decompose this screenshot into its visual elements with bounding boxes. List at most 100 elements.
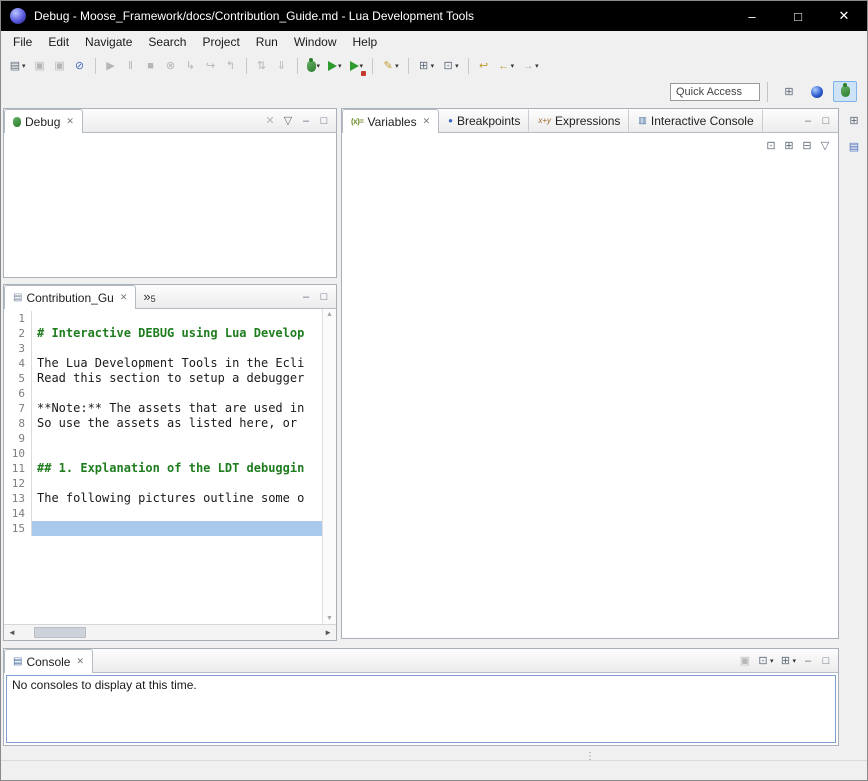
minimize-view-button[interactable]: – ▾ — [800, 112, 816, 130]
menu-window[interactable]: Window — [286, 33, 345, 51]
restore-minimized-views-button[interactable]: ⊞ ▾ — [846, 112, 862, 130]
save-button[interactable]: ▣ ▾ — [31, 55, 49, 77]
minimized-outline-view-button[interactable]: ▤ ▾ — [846, 138, 862, 156]
menu-run[interactable]: Run — [248, 33, 286, 51]
skip-all-breakpoints-button[interactable]: ⊘ ▾ — [71, 55, 89, 77]
open-console-button[interactable]: ⊞ ▾ — [777, 652, 798, 670]
icon-glyph: → — [522, 59, 534, 73]
toolbar-separator: ▾ — [408, 58, 409, 74]
editor-line: 10 — [4, 446, 322, 461]
tab-debug[interactable]: Debug ✕ — [4, 109, 83, 133]
minimize-view-button[interactable]: – ▾ — [298, 112, 314, 130]
menu-project[interactable]: Project — [194, 33, 247, 51]
line-number: 14 — [4, 506, 32, 521]
menu-edit[interactable]: Edit — [40, 33, 77, 51]
step-over-button[interactable]: ↪ ▾ — [202, 55, 220, 77]
minimize-window-button[interactable]: – — [729, 1, 775, 31]
external-tools-button[interactable]: ▾ — [347, 55, 367, 77]
scrollbar-thumb[interactable] — [34, 627, 86, 638]
tab-variables[interactable]: (x)= Variables ✕ — [342, 109, 439, 133]
quick-access-input[interactable] — [670, 83, 760, 101]
editor-horizontal-scrollbar[interactable]: ◄ ► — [4, 624, 336, 640]
dropdown-arrow-icon: ▾ — [511, 62, 515, 70]
maximize-view-button[interactable]: □ ▾ — [316, 288, 332, 306]
variables-view-content[interactable] — [342, 159, 838, 638]
drop-to-frame-button[interactable]: ⇓ ▾ — [273, 55, 291, 77]
open-perspective-button[interactable]: ⊞ ▾ — [777, 81, 801, 102]
show-logical-structures-button[interactable]: ⊞ ▾ — [781, 137, 797, 155]
editor-text-area[interactable]: 1 2 # Interactive DEBUG using Lua Develo… — [4, 309, 322, 624]
menu-navigate[interactable]: Navigate — [77, 33, 140, 51]
close-tab-icon[interactable]: ✕ — [66, 116, 74, 127]
dropdown-arrow-icon: ▾ — [770, 657, 774, 665]
line-text: # Interactive DEBUG using Lua Develop — [32, 326, 322, 341]
menu-help[interactable]: Help — [345, 33, 386, 51]
use-step-filters-button[interactable]: ⇅ ▾ — [253, 55, 271, 77]
dropdown-arrow-icon: ▾ — [317, 62, 321, 70]
icon-glyph — [328, 61, 337, 71]
icon-glyph — [811, 86, 823, 98]
last-edit-location-button[interactable]: ↩ ▾ — [475, 55, 493, 77]
close-tab-icon[interactable]: ✕ — [120, 292, 128, 303]
remove-all-terminated-button[interactable]: ✕ ▾ — [262, 112, 278, 130]
editor-line: 12 — [4, 476, 322, 491]
collapse-all-button[interactable]: ⊟ ▾ — [799, 137, 815, 155]
forward-button[interactable]: → ▾ — [519, 55, 542, 77]
maximize-view-button[interactable]: □ ▾ — [818, 112, 834, 130]
debug-view-content[interactable] — [4, 133, 336, 277]
hidden-editors-chevron[interactable]: »5 — [136, 285, 162, 308]
menu-file[interactable]: File — [5, 33, 40, 51]
menu-search[interactable]: Search — [140, 33, 194, 51]
maximize-view-button[interactable]: □ ▾ — [316, 112, 332, 130]
scroll-left-icon[interactable]: ◄ — [4, 628, 20, 637]
maximize-window-button[interactable]: □ — [775, 1, 821, 31]
disconnect-button[interactable]: ⊗ ▾ — [162, 55, 180, 77]
line-text: The Lua Development Tools in the Ecli — [32, 356, 322, 371]
maximize-view-button[interactable]: □ ▾ — [818, 652, 834, 670]
back-button[interactable]: ← ▾ — [495, 55, 518, 77]
line-number: 8 — [4, 416, 32, 431]
display-selected-console-button[interactable]: ⊡ ▾ — [755, 652, 776, 670]
tab-breakpoints[interactable]: ● Breakpoints ✕ — [439, 109, 529, 132]
icon-glyph: ⊡ — [757, 654, 769, 668]
view-menu-button[interactable]: ▽ ▾ — [817, 137, 833, 155]
lua-perspective-button[interactable]: ▾ — [805, 81, 829, 102]
tab-expressions[interactable]: x+y Expressions ✕ — [529, 109, 629, 132]
new-button[interactable]: ▤ ▾ — [6, 55, 29, 77]
close-tab-icon[interactable]: ✕ — [423, 116, 431, 127]
icon-glyph: ▶ — [105, 59, 117, 73]
close-tab-icon[interactable]: ✕ — [76, 656, 84, 667]
editor-tab-bar: ▤ Contribution_Gu ✕ »5 – ▾ □ ▾ — [4, 285, 336, 309]
tab-contribution-guide[interactable]: ▤ Contribution_Gu ✕ — [4, 285, 136, 309]
scroll-right-icon[interactable]: ► — [320, 628, 336, 637]
run-button[interactable]: ▾ — [325, 55, 345, 77]
scroll-down-icon[interactable]: ▼ — [326, 615, 333, 622]
resume-button[interactable]: ▶ ▾ — [102, 55, 120, 77]
save-all-button[interactable]: ▣ ▾ — [51, 55, 69, 77]
window-controls: – □ ✕ — [729, 1, 867, 31]
dropdown-arrow-icon: ▾ — [431, 62, 435, 70]
new-wizard-button[interactable]: ⊞ ▾ — [415, 55, 438, 77]
minimize-view-button[interactable]: – ▾ — [298, 288, 314, 306]
console-content[interactable]: No consoles to display at this time. — [6, 675, 836, 743]
pin-console-button[interactable]: ▣ ▾ — [737, 652, 753, 670]
tab-console[interactable]: ▤ Console ✕ — [4, 649, 93, 673]
editor-vertical-scrollbar[interactable]: ▲ ▼ — [322, 309, 336, 624]
close-window-button[interactable]: ✕ — [821, 1, 867, 31]
terminate-button[interactable]: ■ ▾ — [142, 55, 160, 77]
debug-button[interactable]: ▾ — [304, 55, 324, 77]
scroll-up-icon[interactable]: ▲ — [326, 311, 333, 318]
step-into-button[interactable]: ↳ ▾ — [182, 55, 200, 77]
suspend-button[interactable]: ‖ ▾ — [122, 55, 140, 77]
tab-interactive-console[interactable]: ▥ Interactive Console ✕ — [629, 109, 762, 132]
show-type-names-button[interactable]: ⊡ ▾ — [763, 137, 779, 155]
icon-glyph: – — [300, 290, 312, 304]
minimize-view-button[interactable]: – ▾ — [800, 652, 816, 670]
view-menu-button[interactable]: ▽ ▾ — [280, 112, 296, 130]
line-text — [32, 446, 322, 461]
step-return-button[interactable]: ↰ ▾ — [222, 55, 240, 77]
debug-perspective-button[interactable]: ▾ — [833, 81, 857, 102]
open-element-button[interactable]: ⊡ ▾ — [439, 55, 462, 77]
open-task-button[interactable]: ✎ ▾ — [379, 55, 402, 77]
application-window: Debug - Moose_Framework/docs/Contributio… — [0, 0, 868, 781]
